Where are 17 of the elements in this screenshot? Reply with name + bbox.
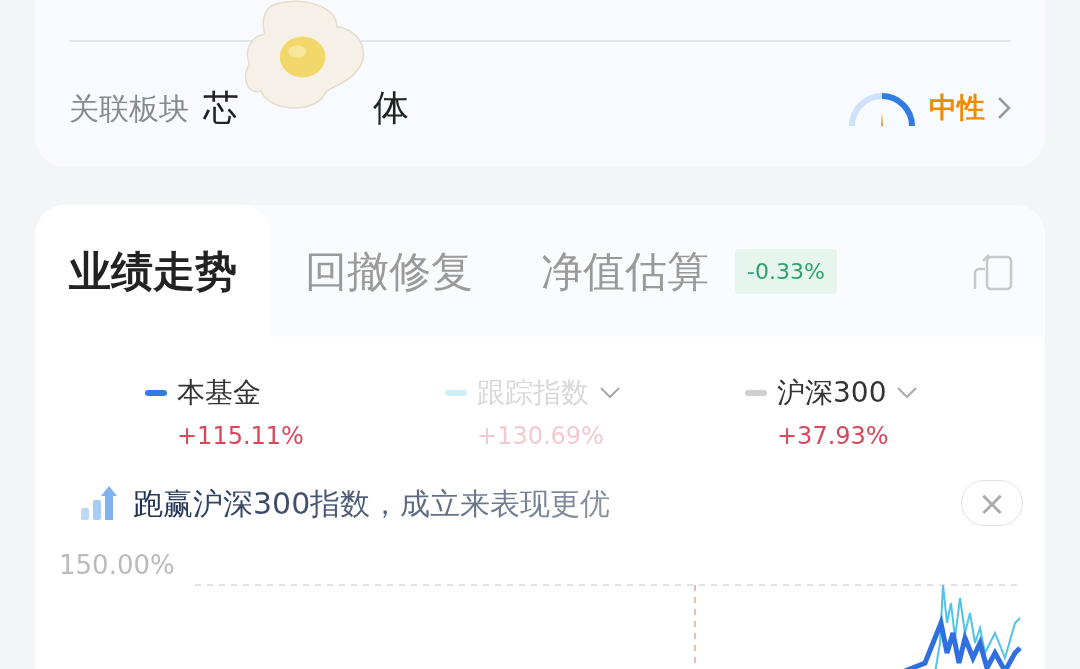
tab[interactable]: 业绩走势 — [35, 205, 271, 337]
axis-label: 150.00% — [59, 549, 175, 582]
legend-value: +37.93% — [777, 421, 889, 452]
sentiment-label: 中性 — [929, 90, 985, 126]
tab[interactable]: 回撤修复 — [271, 205, 507, 337]
chevron-down-icon[interactable] — [599, 386, 621, 400]
sector-label: 关联板块 — [69, 89, 189, 128]
sector-name: 芯 — [203, 86, 239, 130]
bar-chart-up-icon — [79, 484, 119, 522]
rotate-screen-icon[interactable] — [971, 251, 1015, 291]
sector-name: 体 — [373, 86, 409, 130]
legend-label[interactable]: 本基金 — [177, 372, 261, 414]
legend-value: +115.11% — [177, 421, 304, 452]
legend-label[interactable]: 沪深300 — [777, 372, 887, 414]
change-badge: -0.33% — [735, 248, 837, 294]
chevron-down-icon[interactable] — [896, 386, 919, 400]
chevron-right-icon[interactable] — [997, 96, 1011, 120]
